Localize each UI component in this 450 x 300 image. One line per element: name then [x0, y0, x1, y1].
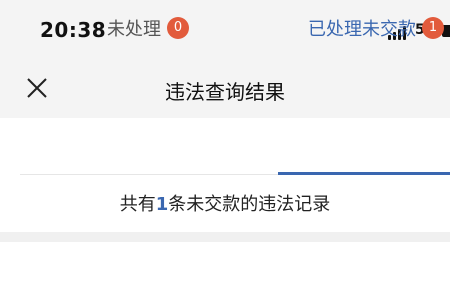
summary-count: 1	[155, 194, 169, 215]
tab-processed-unpaid[interactable]: 已处理未交款 1	[308, 12, 444, 44]
summary-prefix: 共有	[119, 194, 156, 215]
active-tab-indicator	[278, 172, 450, 175]
tab-processed-label: 已处理未交款	[308, 19, 416, 40]
tab-bar	[0, 118, 450, 176]
tab-processed-badge: 1	[422, 17, 444, 39]
tab-pending-badge: 0	[167, 17, 189, 39]
summary-text: 共有1条未交款的违法记录	[0, 190, 450, 216]
page-title: 违法查询结果	[165, 80, 285, 104]
section-divider	[0, 232, 450, 242]
summary-suffix: 条未交款的违法记录	[168, 194, 331, 215]
status-time: 20:38	[40, 18, 107, 42]
tab-pending-label: 未处理	[107, 19, 161, 40]
tab-pending[interactable]: 未处理 0	[107, 12, 189, 44]
